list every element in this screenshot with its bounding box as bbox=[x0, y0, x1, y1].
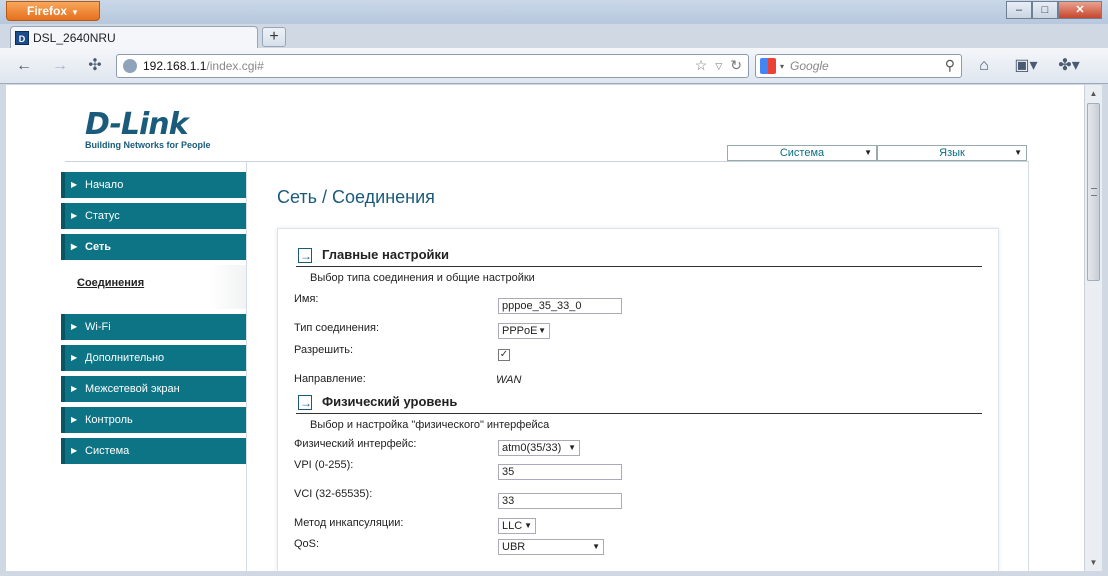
search-bar[interactable]: ▾ Google ⚲ bbox=[755, 54, 962, 78]
new-tab-button[interactable]: + bbox=[262, 27, 286, 47]
reload-icon[interactable]: ↻ bbox=[730, 57, 742, 75]
search-placeholder: Google bbox=[790, 59, 829, 73]
vpi-field[interactable]: 35 bbox=[498, 464, 622, 480]
scroll-up-icon[interactable]: ▲ bbox=[1085, 85, 1102, 102]
language-dropdown[interactable]: Язык ▼ bbox=[877, 145, 1027, 161]
physical-interface-label: Физический интерфейс: bbox=[294, 438, 417, 450]
globe-icon bbox=[123, 59, 137, 73]
physical-section-heading: Физический уровень bbox=[296, 392, 982, 414]
home-icon[interactable]: ⌂ bbox=[974, 56, 994, 76]
maximize-button[interactable]: □ bbox=[1032, 1, 1058, 19]
scroll-grip-icon bbox=[1091, 188, 1097, 196]
firefox-menu-label: Firefox bbox=[27, 4, 68, 18]
google-icon bbox=[760, 58, 776, 74]
sidebar-item-network[interactable]: Сеть bbox=[61, 234, 246, 260]
connection-type-value: PPPoE bbox=[502, 325, 538, 337]
language-dropdown-label: Язык bbox=[939, 147, 965, 159]
physical-heading-text: Физический уровень bbox=[322, 394, 458, 409]
minimize-button[interactable]: – bbox=[1006, 1, 1032, 19]
chevron-down-icon: ▼ bbox=[568, 443, 576, 452]
physical-interface-value: atm0(35/33) bbox=[502, 442, 562, 454]
section-arrow-icon bbox=[298, 393, 312, 413]
vci-field[interactable]: 33 bbox=[498, 493, 622, 509]
scrollbar-thumb[interactable] bbox=[1087, 103, 1100, 281]
chevron-down-icon: ▼ bbox=[1014, 148, 1022, 157]
chevron-down-icon: ▼ bbox=[538, 326, 546, 335]
history-dropdown-icon[interactable]: ▽ bbox=[715, 57, 722, 75]
name-label: Имя: bbox=[294, 293, 319, 305]
encapsulation-label: Метод инкапсуляции: bbox=[294, 517, 404, 529]
window-titlebar: Firefox ▼ – □ ✕ bbox=[0, 0, 1108, 24]
search-icon[interactable]: ⚲ bbox=[945, 57, 955, 74]
vpi-label: VPI (0-255): bbox=[294, 459, 354, 471]
sidebar-item-system[interactable]: Система bbox=[61, 438, 246, 464]
page-viewport: D-Link Building Networks for People Сист… bbox=[6, 85, 1084, 571]
sidebar-item-firewall[interactable]: Межсетевой экран bbox=[61, 376, 246, 402]
sidebar-menu: Начало Статус Сеть › Соединения Wi-Fi До… bbox=[61, 172, 246, 469]
url-host: 192.168.1.1 bbox=[143, 59, 207, 73]
addons-icon[interactable]: ✣ bbox=[85, 56, 105, 76]
window-controls: – □ ✕ bbox=[1006, 1, 1102, 19]
physical-interface-select[interactable]: atm0(35/33) ▼ bbox=[498, 440, 580, 456]
qos-value: UBR bbox=[502, 541, 526, 553]
sidebar-item-start[interactable]: Начало bbox=[61, 172, 246, 198]
sidebar-item-status[interactable]: Статус bbox=[61, 203, 246, 229]
chevron-down-icon: ▼ bbox=[524, 521, 532, 530]
extension-icon[interactable]: ✤▾ bbox=[1056, 56, 1082, 76]
url-path: /index.cgi# bbox=[206, 59, 264, 73]
sidebar-item-advanced[interactable]: Дополнительно bbox=[61, 345, 246, 371]
enable-checkbox[interactable]: ✓ bbox=[498, 349, 510, 361]
sidebar-item-wifi[interactable]: Wi-Fi bbox=[61, 314, 246, 340]
checkmark-icon: ✓ bbox=[499, 349, 509, 360]
enable-label: Разрешить: bbox=[294, 344, 354, 356]
physical-description: Выбор и настройка "физического" интерфей… bbox=[310, 419, 550, 431]
firefox-menu-button[interactable]: Firefox ▼ bbox=[6, 1, 100, 21]
vci-label: VCI (32-65535): bbox=[294, 488, 373, 500]
url-bar[interactable]: 192.168.1.1/index.cgi# ☆ ▽ ↻ bbox=[116, 54, 749, 78]
chevron-down-icon: ▼ bbox=[71, 8, 79, 17]
encapsulation-value: LLC bbox=[502, 520, 523, 532]
search-engine-dropdown-icon[interactable]: ▾ bbox=[780, 62, 784, 71]
encapsulation-select[interactable]: LLC ▼ bbox=[498, 518, 536, 534]
dlink-favicon-icon: D bbox=[15, 30, 29, 45]
bookmarks-menu-icon[interactable]: ▣▾ bbox=[1011, 56, 1041, 76]
navigation-toolbar: ← → ✣ 192.168.1.1/index.cgi# ☆ ▽ ↻ ▾ Goo… bbox=[0, 48, 1108, 84]
qos-label: QoS: bbox=[294, 538, 320, 550]
page-title: Сеть / Соединения bbox=[277, 187, 435, 207]
qos-select[interactable]: UBR ▼ bbox=[498, 539, 604, 555]
sidebar-subitem-label: Соединения bbox=[77, 277, 145, 289]
tab-bar: D DSL_2640NRU + bbox=[0, 24, 1108, 48]
section-arrow-icon bbox=[298, 246, 312, 266]
connection-type-label: Тип соединения: bbox=[294, 322, 379, 334]
general-section-heading: Главные настройки bbox=[296, 245, 982, 267]
logo-text: D-Link bbox=[85, 107, 189, 142]
general-heading-text: Главные настройки bbox=[322, 247, 450, 262]
forward-arrow-icon[interactable]: → bbox=[50, 56, 70, 76]
chevron-down-icon: ▼ bbox=[592, 542, 600, 551]
sidebar-subitem-connections[interactable]: › Соединения bbox=[61, 265, 246, 309]
general-description: Выбор типа соединения и общие настройки bbox=[310, 272, 535, 284]
name-field[interactable]: pppoe_35_33_0 bbox=[498, 298, 622, 314]
browser-tab[interactable]: D DSL_2640NRU bbox=[10, 26, 258, 48]
bookmark-star-icon[interactable]: ☆ bbox=[695, 57, 708, 75]
system-dropdown[interactable]: Система ▼ bbox=[727, 145, 877, 161]
back-arrow-icon[interactable]: ← bbox=[14, 56, 34, 76]
direction-value: WAN bbox=[496, 374, 522, 386]
direction-label: Направление: bbox=[294, 373, 366, 385]
close-window-button[interactable]: ✕ bbox=[1058, 1, 1102, 19]
connection-type-select[interactable]: PPPoE ▼ bbox=[498, 323, 550, 339]
system-dropdown-label: Система bbox=[779, 147, 825, 159]
scroll-down-icon[interactable]: ▼ bbox=[1085, 554, 1102, 571]
sidebar-item-control[interactable]: Контроль bbox=[61, 407, 246, 433]
dlink-logo: D-Link Building Networks for People bbox=[85, 107, 211, 151]
vertical-scrollbar[interactable]: ▲ ▼ bbox=[1084, 85, 1102, 571]
tab-title: DSL_2640NRU bbox=[33, 30, 116, 45]
chevron-down-icon: ▼ bbox=[864, 148, 872, 157]
logo-tagline: Building Networks for People bbox=[85, 140, 211, 150]
settings-panel: Главные настройки Выбор типа соединения … bbox=[277, 228, 999, 571]
